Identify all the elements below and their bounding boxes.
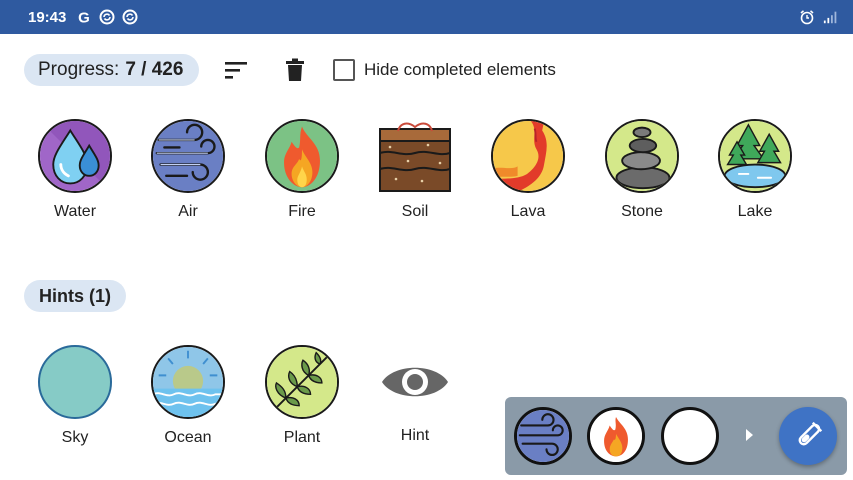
element-label: Fire — [288, 203, 316, 220]
element-air[interactable]: Air — [138, 119, 238, 221]
air-icon — [151, 119, 225, 193]
progress-label: Progress: — [38, 59, 120, 80]
status-icons-right — [799, 9, 839, 25]
ocean-icon — [151, 345, 225, 419]
app-root: 19:43 G Progress: 7 / 426 Hide completed… — [0, 0, 853, 480]
element-label: Soil — [401, 203, 429, 220]
lake-icon — [718, 119, 792, 193]
trash-icon — [286, 58, 304, 81]
mix-slot-2[interactable] — [587, 407, 645, 465]
alarm-icon — [799, 9, 815, 25]
hide-completed-checkbox[interactable] — [333, 59, 355, 81]
hint-label: Plant — [283, 429, 321, 446]
element-label: Air — [178, 203, 198, 220]
soil-icon — [378, 119, 452, 193]
element-lava[interactable]: Lava — [478, 119, 578, 221]
sky-icon — [38, 345, 112, 419]
mix-slot-3-empty[interactable] — [661, 407, 719, 465]
hints-header: Hints (1) — [24, 280, 126, 312]
sync-icon — [99, 9, 115, 25]
plant-icon — [265, 345, 339, 419]
element-stone[interactable]: Stone — [592, 119, 692, 221]
delete-button[interactable] — [279, 54, 311, 86]
mix-button[interactable] — [779, 407, 837, 465]
element-fire[interactable]: Fire — [252, 119, 352, 221]
progress-value: 7 / 426 — [125, 59, 184, 80]
sort-icon — [225, 62, 247, 79]
element-soil[interactable]: Soil — [365, 119, 465, 221]
element-label: Water — [53, 203, 97, 220]
hint-label: Sky — [61, 429, 89, 446]
status-bar: 19:43 G — [0, 0, 853, 34]
fire-icon — [265, 119, 339, 193]
play-arrow-icon — [743, 426, 755, 444]
element-label: Lava — [510, 203, 546, 220]
sort-button[interactable] — [220, 54, 252, 86]
mix-slot-1[interactable] — [514, 407, 572, 465]
element-label: Stone — [621, 203, 663, 220]
sync-icon — [122, 9, 138, 25]
hint-plant[interactable]: Plant — [252, 345, 352, 447]
element-lake[interactable]: Lake — [705, 119, 805, 221]
water-icon — [38, 119, 112, 193]
fire-icon — [590, 410, 642, 462]
hint-label: Hint — [400, 427, 430, 444]
hint-ocean[interactable]: Ocean — [138, 345, 238, 447]
element-water[interactable]: Water — [25, 119, 125, 221]
air-icon — [517, 410, 569, 462]
hint-label: Ocean — [164, 429, 212, 446]
status-time: 19:43 — [28, 8, 67, 26]
element-label: Lake — [737, 203, 773, 220]
test-tube-icon — [798, 421, 823, 446]
signal-icon — [823, 9, 839, 25]
hint-button[interactable]: Hint — [365, 345, 465, 445]
progress-indicator: Progress: 7 / 426 — [24, 54, 200, 86]
lava-icon — [491, 119, 565, 193]
hint-sky[interactable]: Sky — [25, 345, 125, 447]
status-icons-left: G — [76, 9, 138, 25]
google-icon: G — [76, 9, 92, 26]
svg-text:G: G — [79, 10, 91, 26]
hide-completed-label[interactable]: Hide completed elements — [364, 60, 556, 80]
stone-icon — [605, 119, 679, 193]
eye-icon — [378, 345, 452, 419]
